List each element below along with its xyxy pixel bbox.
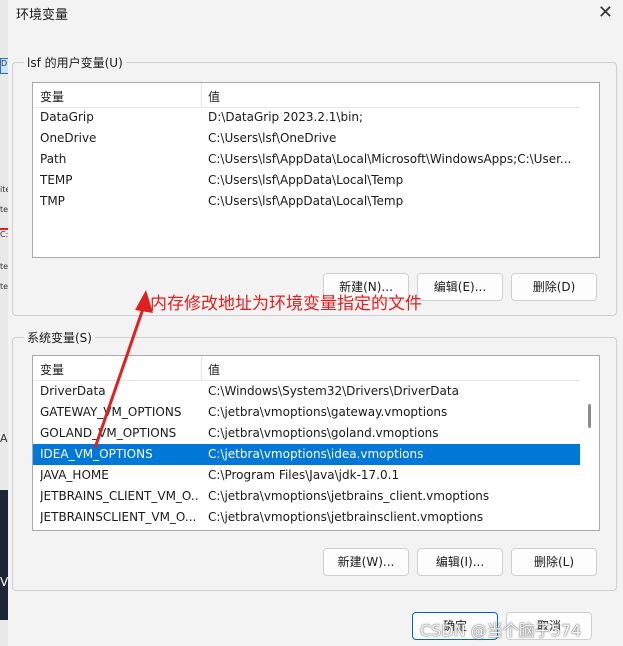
annotation-text: 内存修改地址为环境变量指定的文件 [150,294,422,314]
csdn-watermark: CSDN @当个脑子574 [420,621,582,640]
annotation-arrow-line [93,299,148,449]
annotation-arrow [93,290,153,449]
